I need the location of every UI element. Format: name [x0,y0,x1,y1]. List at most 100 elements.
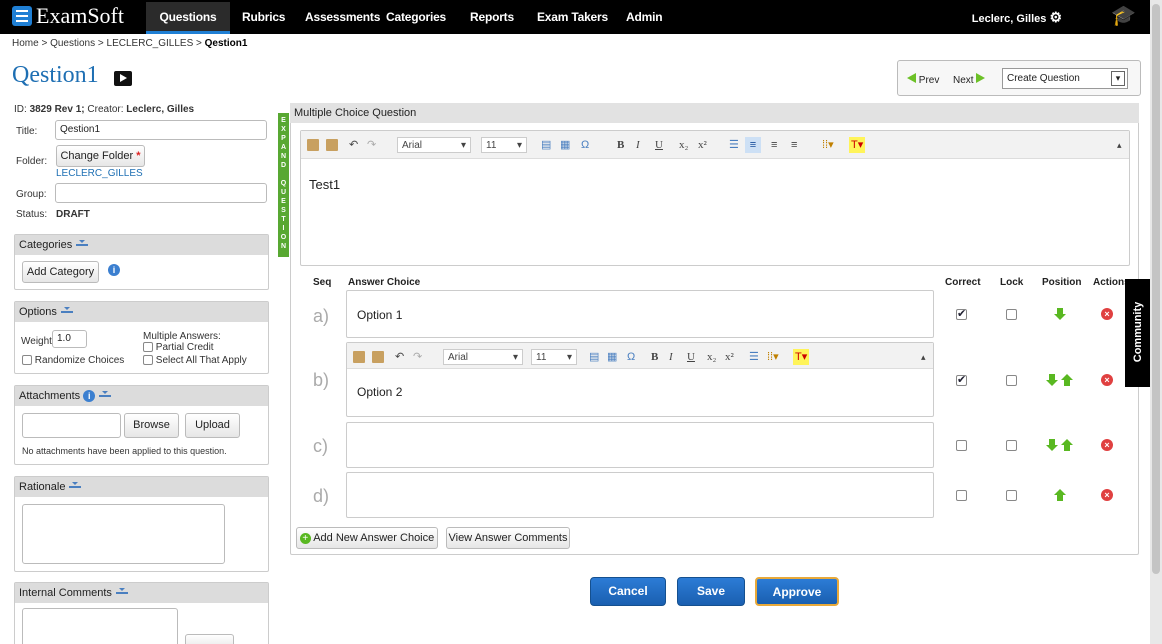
collapse-icon[interactable]: ▴ [921,349,926,365]
redo-icon[interactable]: ↷ [413,349,422,365]
scrollbar-thumb[interactable] [1152,4,1160,574]
breadcrumb-folder[interactable]: LECLERC_GILLES [107,38,194,49]
internal-comments-textarea[interactable] [22,608,178,644]
select-all-option[interactable]: Select All That Apply [143,355,247,366]
correct-checkbox-c[interactable] [956,440,967,451]
subscript-icon[interactable]: x₂ [707,349,716,365]
font-size-select[interactable]: 11 ▾ [531,349,577,365]
move-down-icon[interactable] [1054,308,1066,320]
paste-text-icon[interactable] [326,137,338,153]
table-icon[interactable]: ▤ [589,349,599,365]
delete-icon[interactable]: × [1101,489,1113,501]
redo-icon[interactable]: ↷ [367,137,376,153]
image-icon[interactable]: ▦ [607,349,617,365]
italic-icon[interactable]: I [669,349,673,365]
align-center-icon[interactable]: ≡ [771,137,777,153]
menu-icon[interactable] [12,6,32,26]
table-icon[interactable]: ▤ [541,137,551,153]
delete-icon[interactable]: × [1101,439,1113,451]
info-icon[interactable]: i [108,264,120,276]
lock-checkbox-a[interactable] [1006,309,1017,320]
partial-credit-checkbox[interactable] [143,342,153,353]
page-scrollbar[interactable] [1150,0,1162,644]
font-select[interactable]: Arial ▾ [397,137,471,153]
omega-icon[interactable]: Ω [627,349,635,365]
bold-icon[interactable]: B [651,349,658,365]
align-left-icon[interactable]: ≡ [745,137,761,153]
move-up-icon[interactable] [1054,489,1066,501]
randomize-checkbox[interactable] [22,355,32,366]
superscript-icon[interactable]: x² [725,349,734,365]
expand-icon[interactable] [76,240,89,250]
nav-reports[interactable]: Reports [470,0,514,34]
highlight-icon[interactable]: T▾ [849,137,866,153]
nav-categories[interactable]: Categories [386,0,446,34]
lock-checkbox-d[interactable] [1006,490,1017,501]
partial-credit-option[interactable]: Partial Credit [143,342,214,353]
rationale-textarea[interactable] [22,504,225,564]
gear-icon[interactable]: ⚙ [1049,9,1062,25]
internal-comments-add-button[interactable] [185,634,234,644]
answer-choice-a[interactable]: Option 1 [346,290,934,338]
change-folder-button[interactable]: Change Folder * [56,145,145,167]
subscript-icon[interactable]: x₂ [679,137,688,153]
expand-question-tab[interactable]: E X P A N D Q U E S T I O N [278,113,289,257]
file-input[interactable] [22,413,121,438]
list-icon[interactable]: ☰ [729,137,739,153]
font-select[interactable]: Arial ▾ [443,349,523,365]
cancel-button[interactable]: Cancel [590,577,666,606]
next-button[interactable]: Next [953,73,986,86]
answer-choice-b[interactable]: ↶ ↷ Arial ▾ 11 ▾ ▤ ▦ Ω B I U x₂ x² ☰ ⁞⁞▾… [346,342,934,417]
align-right-icon[interactable]: ≡ [791,137,797,153]
bold-icon[interactable]: B [617,137,624,153]
nav-rubrics[interactable]: Rubrics [242,0,285,34]
paste-text-icon[interactable] [372,349,384,365]
options-header[interactable]: Options [15,302,268,322]
move-up-icon[interactable] [1061,439,1073,451]
create-question-select[interactable]: Create Question ▾ [1002,68,1128,89]
list-icon[interactable]: ☰ [749,349,759,365]
expand-icon[interactable] [99,391,112,401]
correct-checkbox-b[interactable] [956,373,967,386]
underline-icon[interactable]: U [687,349,695,365]
expand-icon[interactable] [115,588,128,598]
paste-icon[interactable] [307,137,319,153]
breadcrumb-home[interactable]: Home [12,38,39,49]
undo-icon[interactable]: ↶ [349,137,358,153]
highlight-icon[interactable]: T▾ [793,349,810,365]
nav-admin[interactable]: Admin [626,0,663,34]
image-icon[interactable]: ▦ [560,137,570,153]
collapse-icon[interactable]: ▴ [1117,137,1122,153]
correct-checkbox-a[interactable] [956,307,967,320]
attachments-header[interactable]: Attachments i [15,386,268,406]
nav-questions[interactable]: Questions [146,2,230,34]
nav-exam-takers[interactable]: Exam Takers [537,0,608,34]
upload-button[interactable]: Upload [185,413,240,438]
randomize-option[interactable]: Randomize Choices [22,355,124,366]
underline-icon[interactable]: U [655,137,663,153]
move-down-icon[interactable] [1046,374,1058,386]
lock-checkbox-b[interactable] [1006,375,1017,386]
correct-checkbox-d[interactable] [956,490,967,501]
examsoft-logo[interactable]: ExamSoft [12,3,124,28]
delete-icon[interactable]: × [1101,374,1113,386]
nav-assessments[interactable]: Assessments [305,0,380,34]
move-down-icon[interactable] [1046,439,1058,451]
info-icon[interactable]: i [83,390,96,403]
delete-icon[interactable]: × [1101,308,1113,320]
user-menu[interactable]: Leclerc, Gilles ⚙ [972,0,1062,36]
undo-icon[interactable]: ↶ [395,349,404,365]
font-size-select[interactable]: 11 ▾ [481,137,527,153]
folder-value[interactable]: LECLERC_GILLES [56,168,143,179]
color-grid-icon[interactable]: ⁞⁞▾ [767,349,779,365]
paste-icon[interactable] [353,349,365,365]
select-all-checkbox[interactable] [143,355,153,366]
view-answer-comments-button[interactable]: View Answer Comments [446,527,570,549]
lock-checkbox-c[interactable] [1006,440,1017,451]
color-grid-icon[interactable]: ⁞⁞▾ [822,137,834,153]
expand-icon[interactable] [69,482,82,492]
graduation-cap-icon[interactable]: 🎓 [1111,5,1136,27]
breadcrumb-questions[interactable]: Questions [50,38,95,49]
move-up-icon[interactable] [1061,374,1073,386]
internal-comments-header[interactable]: Internal Comments [15,583,268,603]
